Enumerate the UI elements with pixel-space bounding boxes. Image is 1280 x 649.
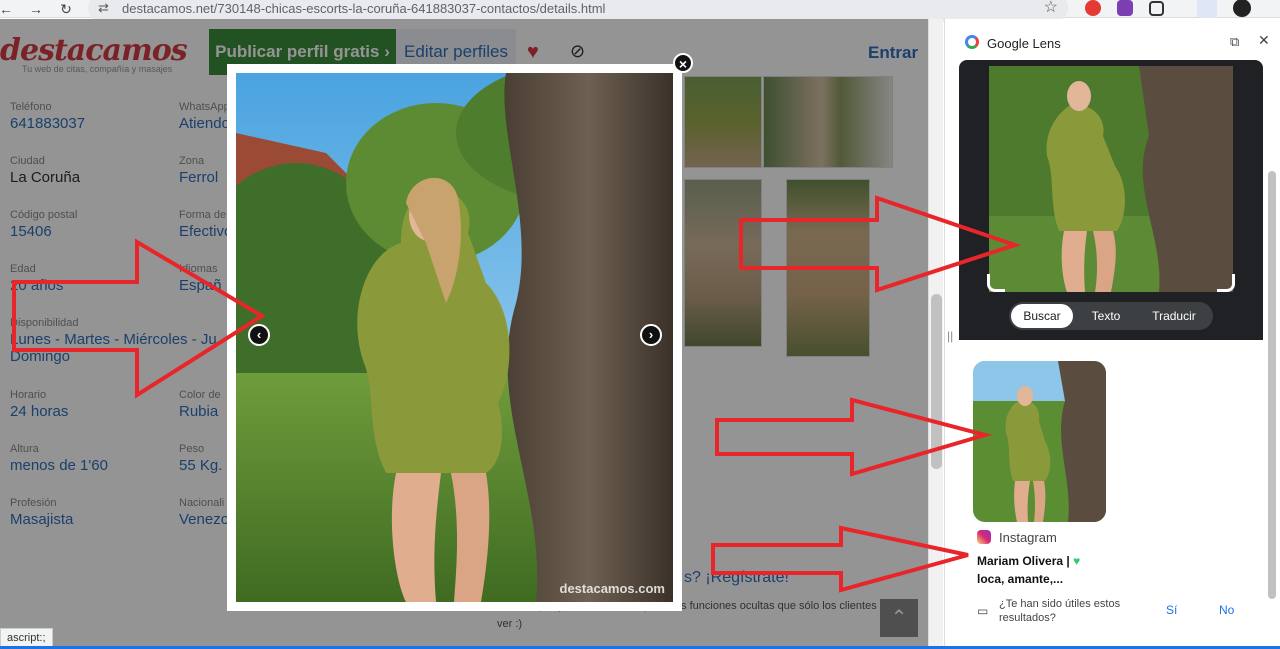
red-arrow-result-title (711, 525, 969, 593)
red-arrow-left (12, 238, 266, 399)
annotation-arrows (12, 195, 1022, 593)
red-arrow-lens-image (739, 195, 1022, 293)
red-arrow-result-image (715, 397, 993, 477)
